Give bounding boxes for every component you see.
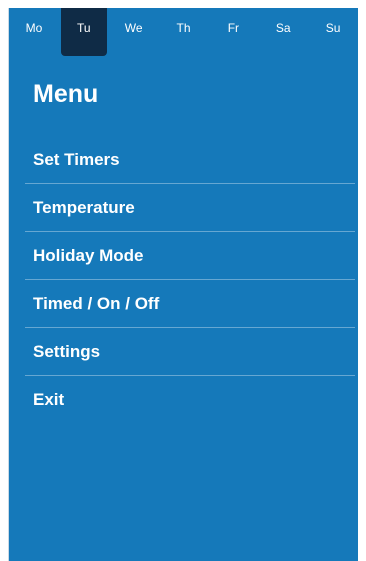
menu-item-temperature[interactable]: Temperature [25,184,355,232]
main-menu: Set Timers Temperature Holiday Mode Time… [25,136,355,423]
menu-item-timed-on-off[interactable]: Timed / On / Off [25,280,355,328]
menu-item-settings[interactable]: Settings [25,328,355,376]
menu-item-set-timers[interactable]: Set Timers [25,136,355,184]
page-title: Menu [33,80,99,108]
day-tab-we[interactable]: We [109,8,159,48]
day-tab-su[interactable]: Su [308,8,358,48]
day-selector: Mo Tu We Th Fr Sa Su [9,8,358,56]
thermostat-screen: Mo Tu We Th Fr Sa Su Menu Set Timers Tem… [8,8,358,561]
day-tab-fr[interactable]: Fr [208,8,258,48]
day-tab-sa[interactable]: Sa [258,8,308,48]
day-tab-th[interactable]: Th [159,8,209,48]
menu-item-exit[interactable]: Exit [25,376,355,423]
menu-item-holiday-mode[interactable]: Holiday Mode [25,232,355,280]
day-tab-tu[interactable]: Tu [60,8,107,56]
day-tab-mo[interactable]: Mo [9,8,59,48]
